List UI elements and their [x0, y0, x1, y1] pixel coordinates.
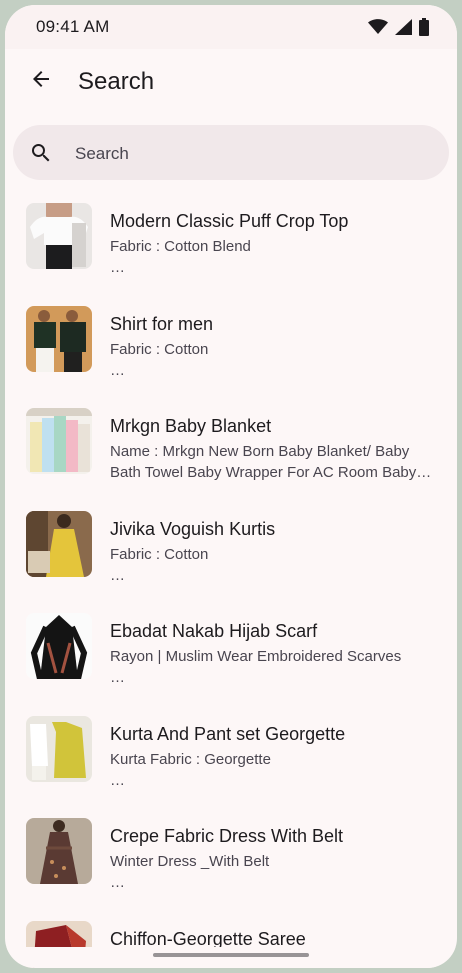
search-bar[interactable] — [13, 125, 449, 182]
item-title: Kurta And Pant set Georgette — [110, 723, 346, 744]
page-title: Search — [78, 68, 155, 95]
item-description: Fabric : Cotton Blend … — [110, 238, 251, 276]
item-description: Rayon | Muslim Wear Embroidered Scarves … — [110, 648, 402, 686]
list-item[interactable]: Kurta And Pant set Georgette Kurta Fabri… — [5, 698, 457, 801]
kurta-set-photo — [26, 715, 92, 782]
search-input[interactable] — [73, 125, 417, 182]
item-title: Shirt for men — [110, 313, 214, 334]
status-icons — [368, 18, 429, 41]
men-shirt-photo — [26, 305, 92, 372]
item-description: Winter Dress _With Belt … — [110, 853, 270, 891]
hijab-scarf-photo — [26, 613, 92, 679]
status-time: 09:41 AM — [36, 17, 110, 36]
arrow-back-icon — [29, 67, 53, 96]
crepe-dress-photo — [26, 818, 92, 884]
item-title: Modern Classic Puff Crop Top — [110, 211, 349, 231]
gesture-handle[interactable] — [153, 953, 309, 957]
item-title: Mrkgn Baby Blanket — [110, 416, 272, 436]
list-item[interactable]: Ebadat Nakab Hijab Scarf Rayon | Muslim … — [5, 595, 457, 698]
white-top-photo — [26, 203, 92, 269]
list-item[interactable]: Modern Classic Puff Crop Top Fabric : Co… — [5, 185, 457, 288]
top-app-bar: Search — [5, 49, 457, 113]
battery-icon — [419, 18, 429, 41]
item-title: Jivika Voguish Kurtis — [110, 518, 276, 539]
item-description: Fabric : Cotton … — [110, 340, 209, 379]
item-title: Crepe Fabric Dress With Belt — [110, 826, 344, 846]
results-list: Modern Classic Puff Crop Top Fabric : Co… — [5, 185, 457, 968]
back-button[interactable] — [23, 63, 59, 99]
baby-blanket-photo — [26, 408, 92, 474]
search-icon — [29, 141, 53, 165]
item-description: Name : Mrkgn New Born Baby Blanket/ Baby… — [110, 443, 417, 481]
list-item[interactable]: Mrkgn Baby Blanket Name : Mrkgn New Born… — [5, 390, 457, 493]
signal-icon — [395, 19, 412, 40]
list-item[interactable]: Crepe Fabric Dress With Belt Winter Dres… — [5, 800, 457, 903]
item-description: Fabric : Cotton … — [110, 545, 209, 584]
item-description: Kurta Fabric : Georgette … — [110, 750, 271, 789]
status-bar: 09:41 AM — [5, 5, 457, 49]
wifi-icon — [368, 19, 388, 40]
yellow-kurti-photo — [26, 510, 92, 577]
phone-screen: 09:41 AM Search Search Modern Classic Pu… — [5, 5, 457, 968]
item-title: Ebadat Nakab Hijab Scarf — [110, 621, 318, 641]
list-item[interactable]: Shirt for men Fabric : Cotton … — [5, 288, 457, 391]
gesture-bar-area — [5, 947, 457, 968]
list-item[interactable]: Jivika Voguish Kurtis Fabric : Cotton … — [5, 493, 457, 596]
